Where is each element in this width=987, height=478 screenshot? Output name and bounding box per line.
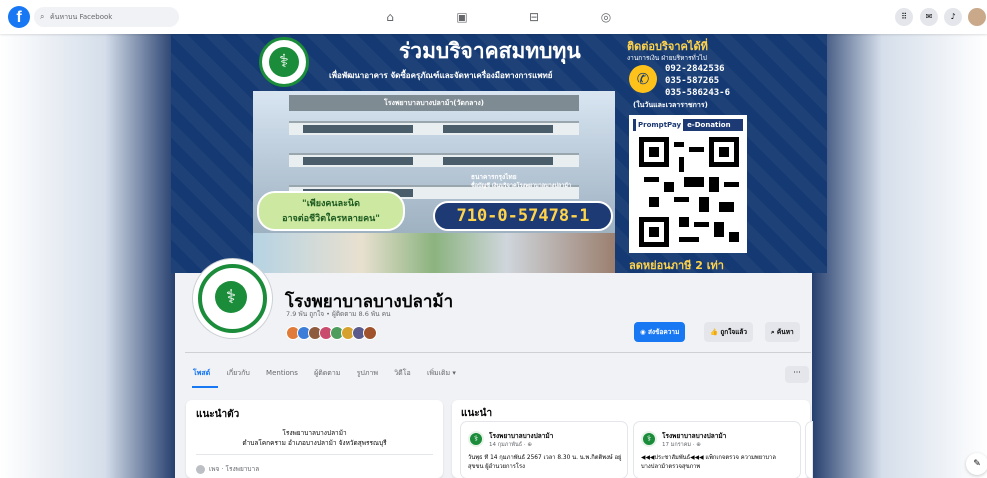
page-category-label: เพจ · โรงพยาบาล [209,465,260,473]
promptpay-banner: PromptPay e-Donation [633,119,743,131]
tab-posts[interactable]: โพสต์ [193,368,210,379]
cover-photo-strip [253,233,615,273]
right-cover-bleed [812,34,987,478]
phone-2: 035-587265 [665,76,720,86]
page-stats[interactable]: 7.9 พัน ถูกใจ • ผู้ติดตาม 8.6 พัน คน [286,309,390,319]
notifications-icon[interactable]: ♪ [944,8,962,26]
tab-followers[interactable]: ผู้ติดตาม [314,368,340,379]
search-button-label: ค้นหา [776,328,794,336]
qr-code-icon [639,137,739,247]
marketplace-icon[interactable]: ⊟ [525,8,543,26]
hospital-seal-logo: ⚕ [259,37,309,87]
cover-subtitle: เพื่อพัฒนาอาคาร จัดซื้อครุภัณฑ์และจัดหาเ… [329,71,553,80]
tax-deduction-note: ลดหย่อนภาษี 2 เท่า [629,259,724,272]
bank-info: ธนาคารกรุงไทย ชื่อบัญชี เงินบริจาคโรงพยา… [471,173,571,191]
intro-card: แนะนำตัว โรงพยาบาลบางปลาม้า ตำบลโคกคราม … [186,400,443,478]
gaming-icon[interactable]: ◎ [597,8,615,26]
more-options-button[interactable]: ··· [785,366,809,383]
menu-grid-icon[interactable]: ⠿ [895,8,913,26]
recommended-post[interactable]: ⚕ โรงพยาบาลบางปลาม้า 17 มกราคม · ⊕ ◀◀◀ปร… [634,422,800,478]
phone-icon: ✆ [629,65,657,93]
phone-numbers: 092-2842536 035-587265 035-586243-6 [665,63,730,99]
cover-photo[interactable]: ⚕ ร่วมบริจาคสมทบทุน เพื่อพัฒนาอาคาร จัดซ… [171,33,827,273]
contact-department: งานการเงิน ฝ่ายบริหารทั่วไป [627,54,707,62]
qr-panel: PromptPay e-Donation [629,115,747,253]
post-date[interactable]: 17 มกราคม · ⊕ [662,441,701,449]
divider [196,454,433,455]
recommended-card: แนะนำ ⚕ โรงพยาบาลบางปลาม้า 14 กุมภาพันธ์… [452,400,812,478]
divider [185,352,811,353]
tab-more[interactable]: เพิ่มเติม ▾ [427,368,456,379]
friend-avatars[interactable] [286,325,377,341]
slogan-line-2: อาจต่อชีวิตใครหลายคน" [282,214,380,224]
phone-3: 035-586243-6 [665,88,731,98]
promptpay-label: PromptPay [636,119,684,131]
page-search-button[interactable]: ⌕ ค้นหา [765,322,800,342]
liked-button[interactable]: 👍 ถูกใจแล้ว [704,322,754,342]
tab-mentions[interactable]: Mentions [266,369,298,377]
search-placeholder: ค้นหาบน Facebook [50,13,113,21]
profile-picture[interactable]: ⚕ [193,259,272,338]
bank-account-name: ชื่อบัญชี เงินบริจาคโรงพยาบาลบางปลาม้า [471,183,572,189]
message-button[interactable]: ◉ ส่งข้อความ [634,322,686,342]
building-label: โรงพยาบาลบางปลาม้า(วัดกลาง) [289,95,579,111]
slogan-line-1: "เพียงคนละนิด [302,199,360,209]
tab-about[interactable]: เกี่ยวกับ [226,368,249,379]
top-navigation-bar: f ⌕ ค้นหาบน Facebook ⌂ ▣ ⊟ ◎ ⠿ ✉ ♪ [0,0,987,34]
edonation-label: e-Donation [687,121,731,129]
avatar[interactable]: ⚕ [641,431,657,447]
search-input[interactable]: ⌕ ค้นหาบน Facebook [34,7,179,27]
hospital-logo-icon: ⚕ [215,281,247,313]
facebook-logo[interactable]: f [8,6,30,28]
info-icon [196,464,205,474]
donation-contact-panel: ติดต่อบริจาคได้ที่ งานการเงิน ฝ่ายบริหาร… [625,33,827,273]
phone-1: 092-2842536 [665,64,725,74]
left-cover-bleed [0,34,175,478]
tab-videos[interactable]: วิดีโอ [394,368,410,379]
post-author[interactable]: โรงพยาบาลบางปลาม้า [662,431,726,441]
messenger-icon: ◉ [640,328,648,336]
profile-avatar[interactable] [968,8,986,26]
thumbs-up-icon: 👍 [710,328,721,336]
message-button-label: ส่งข้อความ [647,328,680,336]
account-number: 710-0-57478-1 [433,201,613,231]
post-author[interactable]: โรงพยาบาลบางปลาม้า [489,431,553,441]
tab-photos[interactable]: รูปภาพ [357,368,378,379]
cover-title: ร่วมบริจาคสมทบทุน [399,39,581,63]
avatar[interactable] [363,326,377,340]
liked-button-label: ถูกใจแล้ว [720,328,748,336]
avatar[interactable]: ⚕ [468,431,484,447]
page-tabs: โพสต์ เกี่ยวกับ Mentions ผู้ติดตาม รูปภา… [193,368,470,382]
compose-icon[interactable]: ✎ [966,453,987,475]
messenger-icon[interactable]: ✉ [920,8,938,26]
recommended-post[interactable]: ⚕ โรงพยาบาลบางปลาม้า 14 กุมภาพันธ์ · ⊕ ว… [461,422,627,478]
intro-line-1: โรงพยาบาลบางปลาม้า [282,429,347,437]
bank-name: ธนาคารกรุงไทย [471,173,517,181]
recommended-title: แนะนำ [461,408,493,419]
office-hours: (ในวันและเวลาราชการ) [633,101,708,109]
search-icon: ⌕ [40,12,45,21]
intro-title: แนะนำตัว [196,409,240,420]
post-date[interactable]: 14 กุมภาพันธ์ · ⊕ [489,441,532,449]
page-category: เพจ · โรงพยาบาล [196,464,259,474]
post-text: ◀◀◀ประชาสัมพันธ์◀◀◀ แพ็กเกจตรวจ ความพยาบ… [641,455,776,470]
post-text: วันพุธ ที่ 14 กุมภาพันธ์ 2567 เวลา 8.30 … [468,455,622,470]
video-icon[interactable]: ▣ [453,8,471,26]
slogan-badge: "เพียงคนละนิด อาจต่อชีวิตใครหลายคน" [257,191,405,231]
home-icon[interactable]: ⌂ [381,8,399,26]
active-tab-indicator [192,386,218,388]
recommended-post-partial[interactable] [806,422,812,478]
intro-line-2: ตำบลโคกคราม อำเภอบางปลาม้า จังหวัดสุพรรณ… [242,439,387,447]
